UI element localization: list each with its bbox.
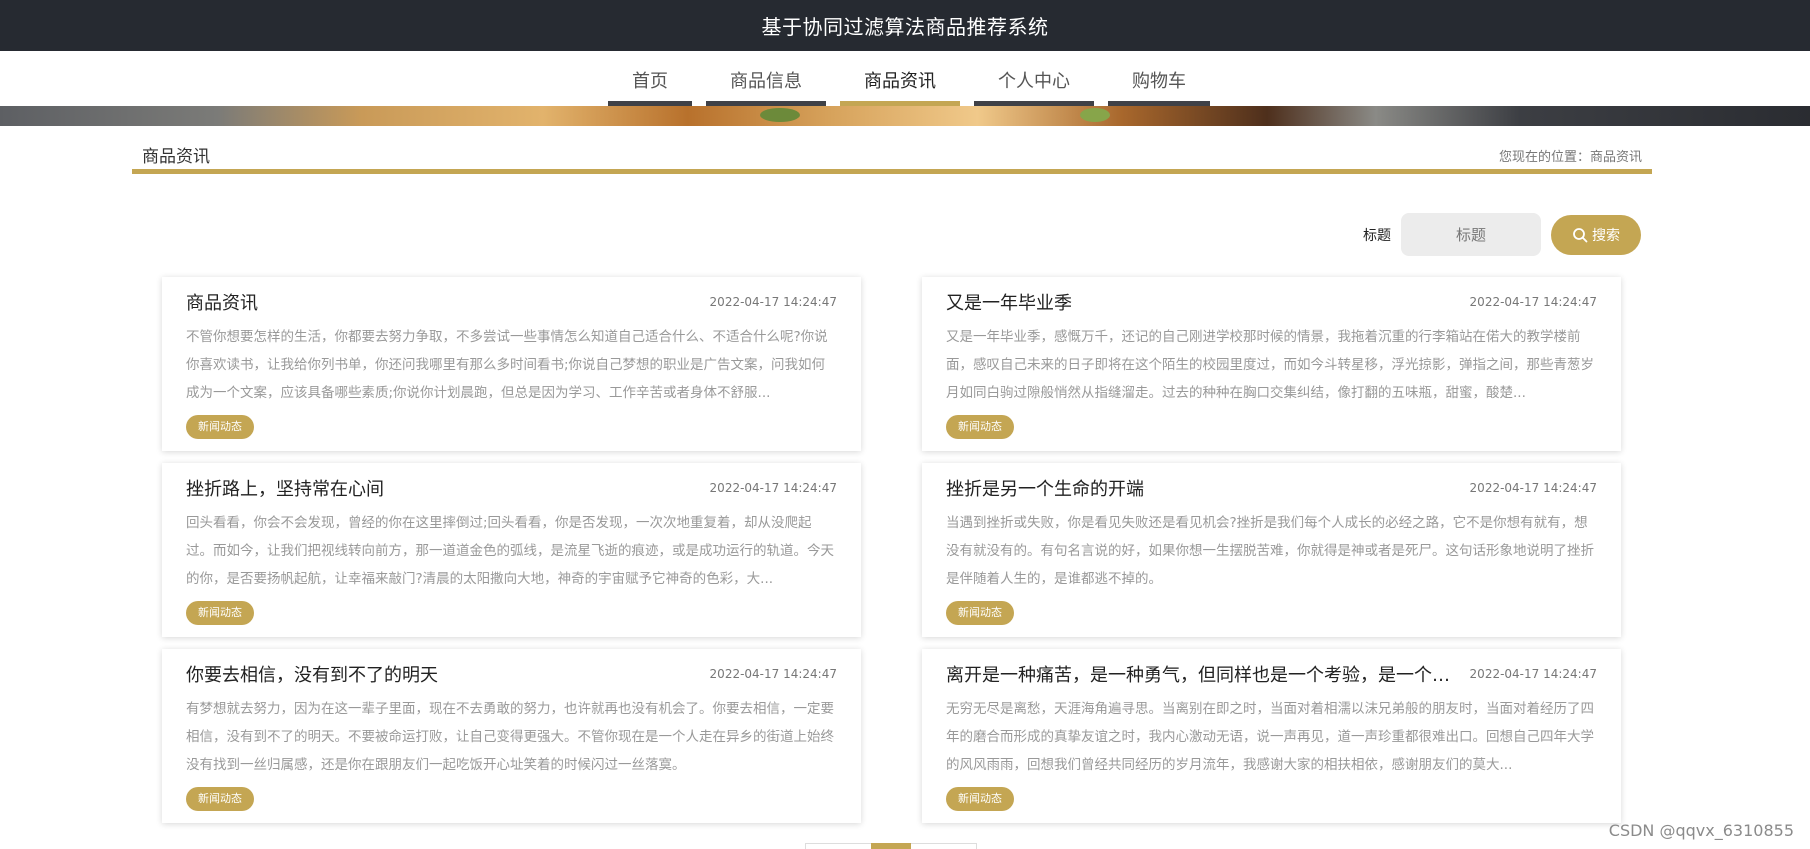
news-summary: 无穷无尽是离愁，天涯海角遍寻思。当离别在即之时，当面对着相濡以沫兄弟般的朋友时，… [946, 701, 1594, 773]
banner-leaf-decoration [760, 108, 800, 122]
news-title[interactable]: 挫折是另一个生命的开端 [946, 475, 1144, 501]
news-summary: 当遇到挫折或失败，你是看见失败还是看见机会?挫折是我们每个人成长的必经之路，它不… [946, 515, 1594, 587]
news-card[interactable]: 又是一年毕业季 2022-04-17 14:24:47 又是一年毕业季，感慨万千… [922, 277, 1621, 451]
search-button[interactable]: 搜索 [1551, 214, 1641, 255]
news-time: 2022-04-17 14:24:47 [709, 667, 837, 681]
nav-item-products[interactable]: 商品信息 [706, 65, 826, 106]
nav-item-cart[interactable]: 购物车 [1108, 65, 1210, 106]
section-title: 商品资讯 [142, 147, 210, 167]
news-card[interactable]: 离开是一种痛苦，是一种勇气，但同样也是一个考验，是一个新... 2022-04-… [922, 649, 1621, 823]
top-header: 基于协同过滤算法商品推荐系统 [0, 0, 1810, 51]
site-title: 基于协同过滤算法商品推荐系统 [761, 15, 1049, 39]
search-bar: 标题 搜索 [1363, 213, 1641, 256]
news-tag: 新闻动态 [946, 415, 1014, 439]
breadcrumb: 您现在的位置：商品资讯 [1498, 150, 1642, 165]
news-summary: 又是一年毕业季，感慨万千，还记的自己刚进学校那时候的情景，我拖着沉重的行李箱站在… [946, 329, 1594, 401]
search-label: 标题 [1363, 227, 1391, 244]
news-card[interactable]: 挫折路上，坚持常在心间 2022-04-17 14:24:47 回头看看，你会不… [162, 463, 861, 637]
news-summary: 有梦想就去努力，因为在这一辈子里面，现在不去勇敢的努力，也许就再也没有机会了。你… [186, 701, 834, 773]
news-time: 2022-04-17 14:24:47 [709, 481, 837, 495]
news-tag: 新闻动态 [186, 415, 254, 439]
news-title[interactable]: 商品资讯 [186, 289, 258, 315]
news-tag: 新闻动态 [186, 601, 254, 625]
news-title[interactable]: 离开是一种痛苦，是一种勇气，但同样也是一个考验，是一个新... [946, 661, 1466, 687]
search-button-label: 搜索 [1592, 226, 1620, 243]
watermark: CSDN @qqvx_6310855 [1608, 821, 1794, 840]
news-time: 2022-04-17 14:24:47 [1469, 667, 1597, 681]
news-card[interactable]: 你要去相信，没有到不了的明天 2022-04-17 14:24:47 有梦想就去… [162, 649, 861, 823]
news-time: 2022-04-17 14:24:47 [1469, 481, 1597, 495]
news-title[interactable]: 又是一年毕业季 [946, 289, 1072, 315]
nav-item-news[interactable]: 商品资讯 [840, 65, 960, 106]
news-tag: 新闻动态 [946, 787, 1014, 811]
main-nav: 首页 商品信息 商品资讯 个人中心 购物车 [0, 51, 1810, 106]
news-summary: 不管你想要怎样的生活，你都要去努力争取，不多尝试一些事情怎么知道自己适合什么、不… [186, 329, 828, 401]
banner-image [0, 106, 1810, 126]
news-tag: 新闻动态 [946, 601, 1014, 625]
nav-item-home[interactable]: 首页 [608, 65, 692, 106]
search-icon [1573, 227, 1588, 242]
pagination[interactable] [805, 843, 977, 849]
search-input[interactable] [1401, 213, 1541, 256]
news-list: 商品资讯 2022-04-17 14:24:47 不管你想要怎样的生活，你都要去… [162, 277, 1621, 823]
news-time: 2022-04-17 14:24:47 [709, 295, 837, 309]
news-time: 2022-04-17 14:24:47 [1469, 295, 1597, 309]
news-tag: 新闻动态 [186, 787, 254, 811]
news-summary: 回头看看，你会不会发现，曾经的你在这里摔倒过;回头看看，你是否发现，一次次地重复… [186, 515, 834, 587]
section-header: 商品资讯 您现在的位置：商品资讯 [132, 142, 1652, 174]
banner-leaf-decoration [1080, 108, 1110, 122]
news-card[interactable]: 商品资讯 2022-04-17 14:24:47 不管你想要怎样的生活，你都要去… [162, 277, 861, 451]
news-card[interactable]: 挫折是另一个生命的开端 2022-04-17 14:24:47 当遇到挫折或失败… [922, 463, 1621, 637]
pagination-current-page[interactable] [871, 843, 911, 849]
news-title[interactable]: 挫折路上，坚持常在心间 [186, 475, 384, 501]
news-title[interactable]: 你要去相信，没有到不了的明天 [186, 661, 438, 687]
nav-item-profile[interactable]: 个人中心 [974, 65, 1094, 106]
